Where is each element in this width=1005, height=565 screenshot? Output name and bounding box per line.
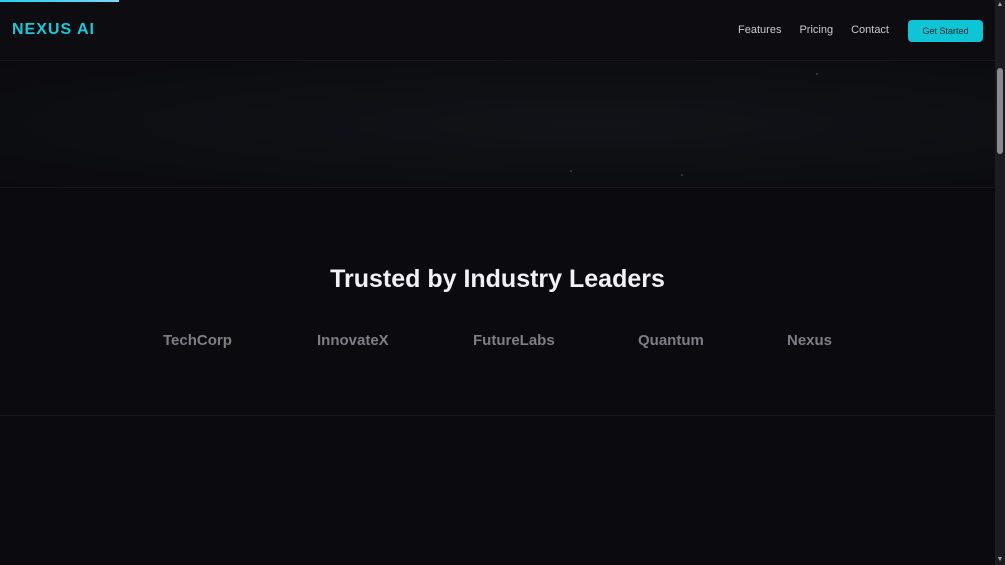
triangle-down-icon[interactable]: ▼: [995, 555, 1005, 565]
nav-link-features[interactable]: Features: [738, 23, 781, 37]
browser-viewport: NEXUS AI Features Pricing Contact Get St…: [0, 0, 1005, 565]
scrollbar-thumb[interactable]: [997, 68, 1003, 154]
partner-logo-techcorp: TechCorp: [163, 332, 232, 349]
triangle-up-icon[interactable]: ▲: [995, 0, 1005, 10]
landing-page: NEXUS AI Features Pricing Contact Get St…: [0, 0, 995, 565]
top-navbar: NEXUS AI Features Pricing Contact Get St…: [0, 0, 995, 61]
hero-section: [0, 61, 995, 188]
star-particle: [570, 170, 572, 172]
partner-logo-innovatex: InnovateX: [317, 332, 389, 349]
star-particle: [681, 174, 683, 176]
nav-link-pricing[interactable]: Pricing: [799, 23, 833, 37]
partner-logo-quantum: Quantum: [638, 332, 704, 349]
scroll-progress-bar: [0, 0, 120, 2]
section-heading: Trusted by Industry Leaders: [330, 265, 665, 293]
vertical-scrollbar[interactable]: ▲ ▼: [995, 0, 1005, 565]
nav-link-contact[interactable]: Contact: [851, 23, 889, 37]
next-section: [0, 416, 995, 565]
main-nav: Features Pricing Contact: [720, 23, 889, 37]
trusted-by-section: Trusted by Industry Leaders TechCorp Inn…: [0, 188, 995, 416]
partner-logo-futurelabs: FutureLabs: [473, 332, 555, 349]
star-particle: [816, 73, 818, 75]
get-started-button[interactable]: Get Started: [908, 20, 983, 42]
partner-logo-nexus: Nexus: [787, 332, 833, 349]
brand-logo[interactable]: NEXUS AI: [12, 20, 95, 40]
